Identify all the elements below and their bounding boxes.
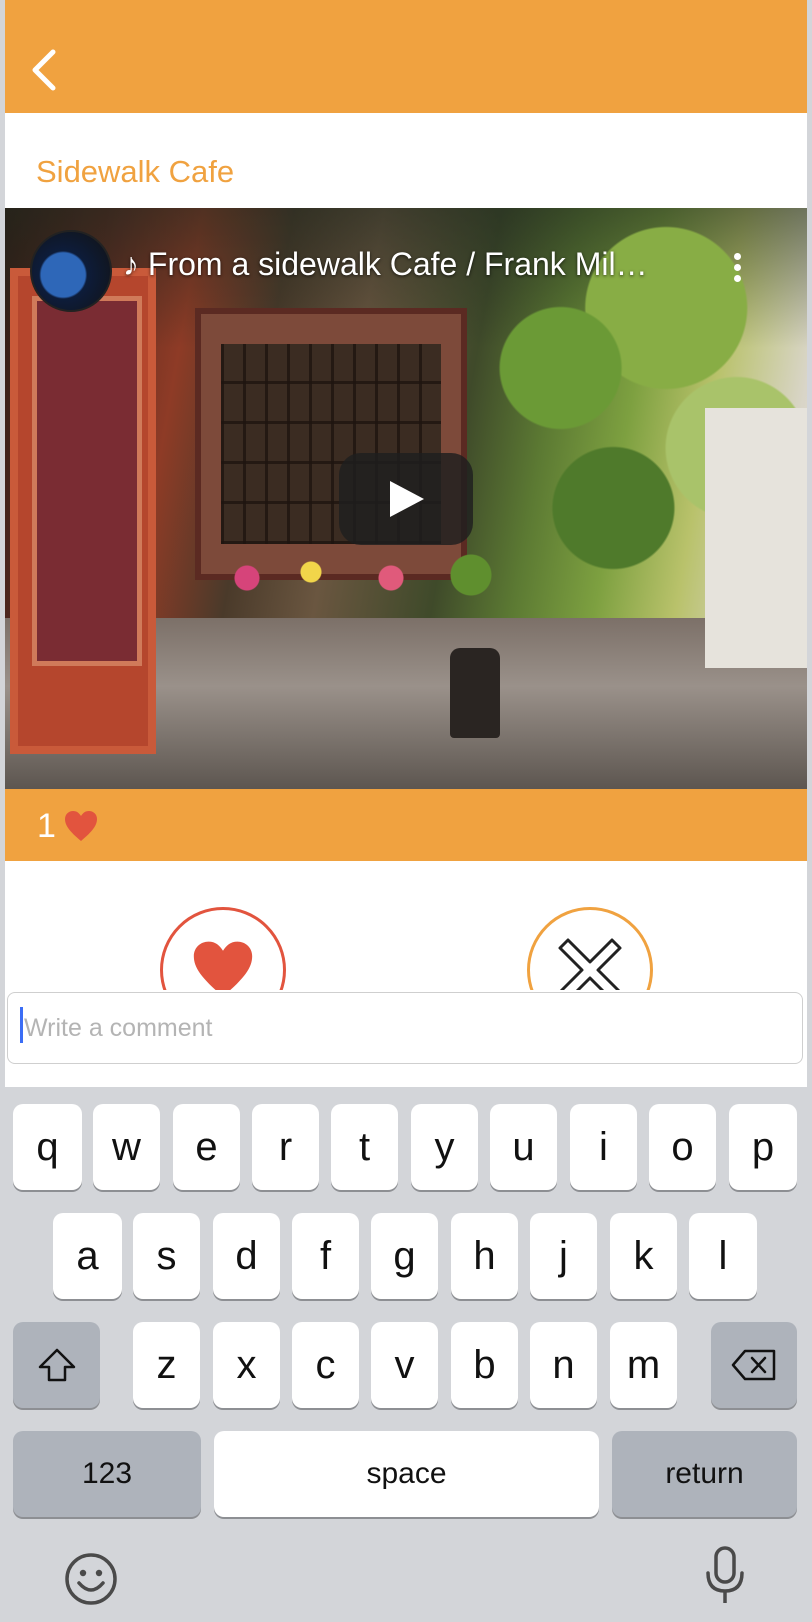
shift-icon	[38, 1348, 75, 1382]
video-thumbnail-window	[10, 268, 156, 754]
key-w[interactable]: w	[93, 1104, 160, 1190]
page-title: Sidewalk Cafe	[36, 154, 235, 189]
key-l[interactable]: l	[689, 1213, 757, 1299]
key-u[interactable]: u	[490, 1104, 557, 1190]
backspace-icon	[731, 1349, 776, 1381]
video-thumbnail-planter	[450, 648, 500, 738]
key-z[interactable]: z	[133, 1322, 200, 1408]
delete-key[interactable]	[711, 1322, 797, 1408]
key-o[interactable]: o	[649, 1104, 716, 1190]
like-count: 1	[37, 807, 56, 845]
comment-bar	[5, 990, 807, 1087]
key-m[interactable]: m	[610, 1322, 677, 1408]
app-screen: Sidewalk Cafe ♪ From a sidewalk Cafe / F…	[5, 0, 807, 1622]
key-r[interactable]: r	[252, 1104, 319, 1190]
microphone-button[interactable]	[703, 1545, 747, 1612]
key-s[interactable]: s	[133, 1213, 200, 1299]
key-f[interactable]: f	[292, 1213, 359, 1299]
channel-avatar[interactable]	[30, 230, 112, 312]
comment-input[interactable]	[7, 992, 803, 1064]
key-p[interactable]: p	[729, 1104, 797, 1190]
play-button[interactable]	[339, 453, 473, 545]
chevron-left-icon	[32, 49, 56, 91]
key-t[interactable]: t	[331, 1104, 398, 1190]
more-vertical-icon[interactable]	[727, 250, 747, 290]
key-g[interactable]: g	[371, 1213, 438, 1299]
key-j[interactable]: j	[530, 1213, 597, 1299]
top-navigation-bar	[5, 0, 807, 113]
space-key[interactable]: space	[214, 1431, 599, 1517]
heart-icon	[65, 811, 97, 841]
key-c[interactable]: c	[292, 1322, 359, 1408]
key-i[interactable]: i	[570, 1104, 637, 1190]
like-count-bar: 1	[5, 789, 807, 861]
microphone-icon	[706, 1546, 744, 1603]
emoji-button[interactable]	[63, 1551, 119, 1612]
key-x[interactable]: x	[213, 1322, 280, 1408]
emoji-icon	[65, 1553, 117, 1605]
key-v[interactable]: v	[371, 1322, 438, 1408]
key-d[interactable]: d	[213, 1213, 280, 1299]
key-b[interactable]: b	[451, 1322, 518, 1408]
key-h[interactable]: h	[451, 1213, 518, 1299]
onscreen-keyboard: q w e r t y u i o p a s d f g h j k l z …	[5, 1087, 807, 1622]
video-thumbnail-flowers	[215, 548, 535, 608]
key-e[interactable]: e	[173, 1104, 240, 1190]
key-k[interactable]: k	[610, 1213, 677, 1299]
video-player[interactable]: ♪ From a sidewalk Cafe / Frank Mil…	[5, 208, 807, 789]
return-key[interactable]: return	[612, 1431, 797, 1517]
key-n[interactable]: n	[530, 1322, 597, 1408]
text-caret	[20, 1007, 23, 1043]
back-button[interactable]	[23, 44, 63, 96]
play-icon	[390, 481, 424, 517]
shift-key[interactable]	[13, 1322, 100, 1408]
video-thumbnail-building	[705, 408, 807, 668]
title-bar: Sidewalk Cafe	[5, 113, 807, 208]
key-y[interactable]: y	[411, 1104, 478, 1190]
key-a[interactable]: a	[53, 1213, 122, 1299]
video-thumbnail-pane	[32, 296, 142, 666]
numbers-key[interactable]: 123	[13, 1431, 201, 1517]
video-title[interactable]: ♪ From a sidewalk Cafe / Frank Mil…	[123, 246, 693, 283]
key-q[interactable]: q	[13, 1104, 82, 1190]
